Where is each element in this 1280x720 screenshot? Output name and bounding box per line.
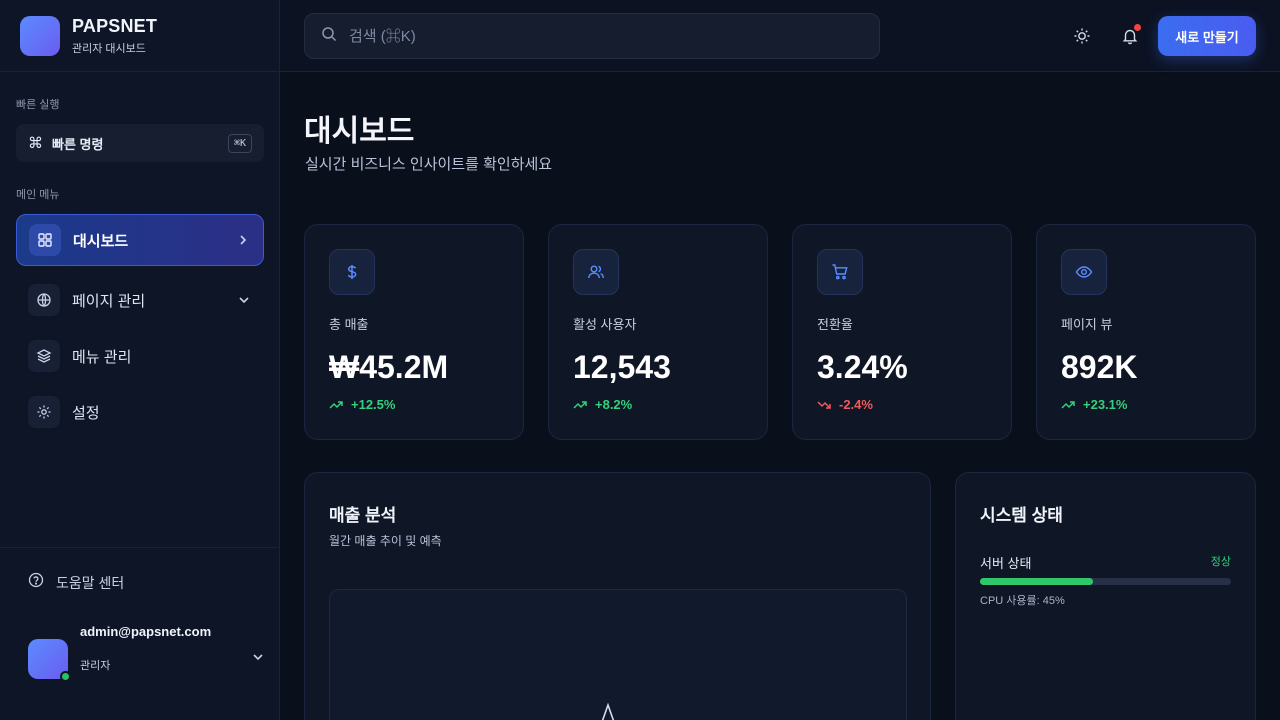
panel-subtitle: 월간 매출 추이 및 예측 — [329, 534, 442, 548]
chevron-down-icon[interactable] — [236, 292, 252, 308]
user-profile[interactable]: admin@papsnet.com 관리자 — [28, 624, 264, 684]
sidebar-item-label: 메뉴 관리 — [72, 348, 132, 366]
revenue-analysis-panel: 매출 분석 월간 매출 추이 및 예측 — [304, 472, 931, 720]
trending-up-icon — [1061, 398, 1075, 412]
stat-value: 3.24% — [817, 349, 908, 385]
stat-change: +23.1% — [1061, 397, 1127, 412]
globe-icon — [28, 284, 60, 316]
stat-card-conversion[interactable]: 전환율 3.24% -2.4% — [792, 224, 1012, 440]
stat-value: ₩45.2M — [329, 349, 449, 385]
help-center-label: 도움말 센터 — [56, 574, 125, 591]
chart-loading-marker — [601, 702, 615, 720]
system-status-panel: 시스템 상태 서버 상태 정상 CPU 사용률: 45% — [955, 472, 1256, 720]
gear-icon — [28, 396, 60, 428]
server-status-badge: 정상 — [1210, 556, 1231, 568]
stat-change: -2.4% — [817, 397, 873, 412]
stat-label: 페이지 뷰 — [1061, 317, 1113, 332]
stat-label: 총 매출 — [329, 317, 369, 332]
sidebar-footer: 도움말 센터 admin@papsnet.com 관리자 — [0, 547, 280, 720]
stat-change: +8.2% — [573, 397, 632, 412]
user-email: admin@papsnet.com — [80, 623, 212, 639]
sidebar: PAPSNET 관리자 대시보드 빠른 실행 ⌘ 빠른 명령 ⌘K 메인 메뉴 … — [0, 0, 280, 720]
users-icon — [573, 249, 619, 295]
search-input[interactable] — [349, 27, 849, 45]
cart-icon — [817, 249, 863, 295]
main-section-label: 메인 메뉴 — [16, 189, 60, 201]
help-center-link[interactable]: 도움말 센터 — [28, 572, 124, 593]
sidebar-item-label: 페이지 관리 — [72, 292, 146, 310]
help-icon — [28, 572, 44, 593]
cpu-progress-bar — [980, 578, 1231, 585]
panel-title: 매출 분석 — [329, 506, 397, 525]
page-title: 대시보드 — [304, 115, 415, 148]
revenue-chart[interactable] — [329, 589, 907, 720]
sidebar-item-label: 대시보드 — [73, 232, 129, 250]
search-icon — [321, 26, 337, 47]
sidebar-item-menus[interactable]: 메뉴 관리 — [16, 330, 264, 382]
stat-label: 활성 사용자 — [573, 317, 637, 332]
quick-section-label: 빠른 실행 — [16, 99, 60, 111]
trending-down-icon — [817, 398, 831, 412]
cpu-usage-text: CPU 사용률: 45% — [980, 595, 1065, 607]
brand[interactable]: PAPSNET 관리자 대시보드 — [0, 0, 279, 72]
sidebar-item-pages[interactable]: 페이지 관리 — [16, 274, 264, 326]
brand-name: PAPSNET — [72, 15, 158, 36]
eye-icon — [1061, 249, 1107, 295]
online-status-dot — [60, 671, 71, 682]
layers-icon — [28, 340, 60, 372]
server-status-label: 서버 상태 — [980, 556, 1032, 571]
panel-title: 시스템 상태 — [980, 506, 1063, 525]
trending-up-icon — [329, 398, 343, 412]
page-subtitle: 실시간 비즈니스 인사이트를 확인하세요 — [305, 156, 553, 173]
stat-value: 12,543 — [573, 349, 671, 385]
brand-subtitle: 관리자 대시보드 — [72, 42, 146, 55]
stat-change: +12.5% — [329, 397, 395, 412]
sidebar-item-dashboard[interactable]: 대시보드 — [16, 214, 264, 266]
brand-logo — [20, 15, 60, 56]
dollar-icon — [329, 249, 375, 295]
theme-toggle-sun-icon[interactable] — [1070, 24, 1094, 48]
create-new-button[interactable]: 새로 만들기 — [1158, 16, 1256, 56]
quick-command-button[interactable]: ⌘ 빠른 명령 ⌘K — [16, 124, 264, 162]
sidebar-item-label: 설정 — [72, 404, 100, 422]
user-role: 관리자 — [80, 659, 111, 672]
chevron-right-icon — [235, 232, 251, 248]
chevron-down-icon[interactable] — [252, 650, 264, 668]
stat-card-page-views[interactable]: 페이지 뷰 892K +23.1% — [1036, 224, 1256, 440]
notification-dot — [1134, 24, 1141, 31]
search-bar[interactable] — [304, 13, 880, 59]
shortcut-badge: ⌘K — [227, 133, 252, 153]
grid-icon — [29, 224, 61, 256]
notification-bell-icon[interactable] — [1118, 24, 1142, 48]
stat-label: 전환율 — [817, 317, 853, 332]
cpu-progress-fill — [980, 578, 1093, 585]
sidebar-item-settings[interactable]: 설정 — [16, 386, 264, 438]
stat-value: 892K — [1061, 349, 1138, 385]
trending-up-icon — [573, 398, 587, 412]
top-header: 새로 만들기 — [280, 0, 1280, 72]
stat-card-revenue[interactable]: 총 매출 ₩45.2M +12.5% — [304, 224, 524, 440]
quick-command-label: 빠른 명령 — [52, 136, 104, 152]
command-icon: ⌘ — [28, 135, 43, 152]
avatar — [28, 639, 71, 682]
stat-card-active-users[interactable]: 활성 사용자 12,543 +8.2% — [548, 224, 768, 440]
